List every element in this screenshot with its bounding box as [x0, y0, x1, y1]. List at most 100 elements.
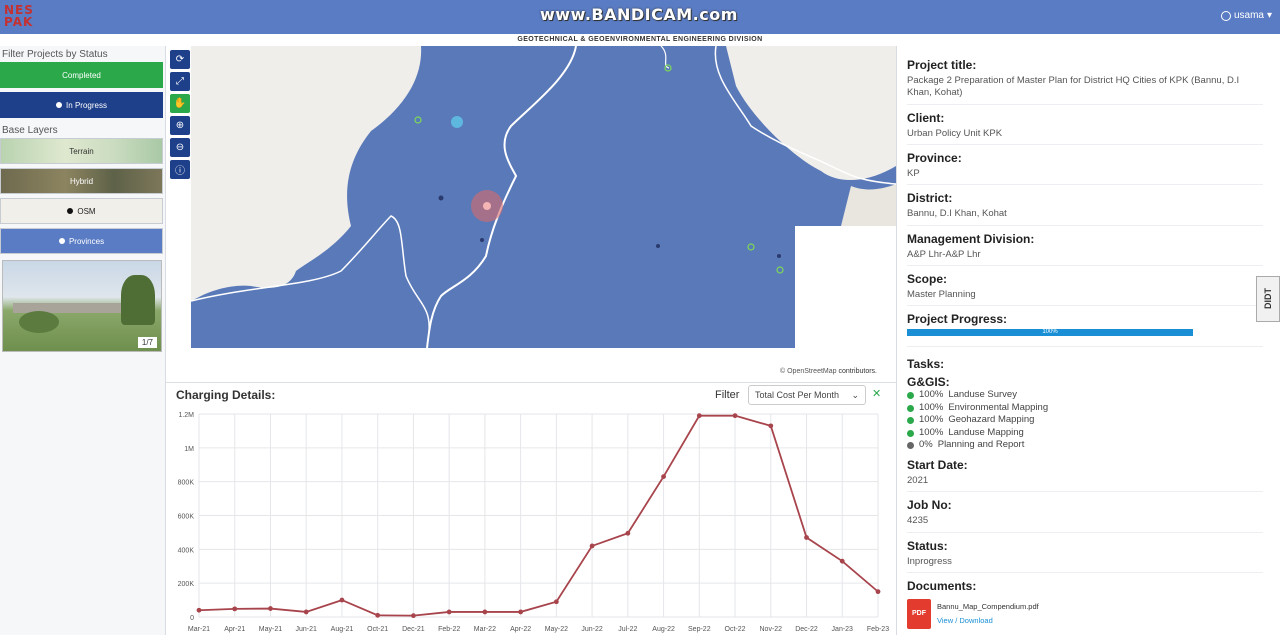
data-point[interactable] [696, 413, 702, 419]
project-title-value: Package 2 Preparation of Master Plan for… [907, 75, 1240, 99]
filter-select-value: Total Cost Per Month [755, 390, 840, 400]
charging-title: Charging Details: [176, 388, 276, 402]
x-tick-label: Jan-23 [832, 626, 854, 633]
data-point[interactable] [268, 606, 273, 611]
zoom-in-icon[interactable]: ⊕ [170, 116, 190, 135]
field-management-division: Management Division: A&P Lhr-A&P Lhr [907, 232, 1263, 267]
task-item: 100% Landuse Mapping [907, 427, 1263, 440]
data-point[interactable] [768, 423, 774, 429]
field-project-title: Project title: Package 2 Preparation of … [907, 58, 1263, 105]
field-district: District: Bannu, D.I Khan, Kohat [907, 191, 1263, 226]
download-link[interactable]: Download [959, 616, 992, 625]
check-circle-icon [907, 429, 914, 437]
charging-line-chart: 0 200K 400K 600K 800K 1M 1.2M Mar-21 Apr-21 May-2… [178, 412, 890, 633]
in-progress-label: In Progress [66, 100, 107, 110]
data-point[interactable] [232, 606, 238, 612]
field-project-progress: Project Progress: 100% [907, 312, 1263, 348]
field-start-date: Start Date: 2021 [907, 457, 1263, 493]
info-icon[interactable]: ⓘ [170, 160, 190, 179]
layer-hybrid-label: Hybrid [69, 176, 94, 186]
data-point[interactable] [411, 613, 416, 619]
data-point[interactable] [196, 607, 202, 613]
task-item: 0% Planning and Report [907, 439, 1263, 452]
layer-provinces[interactable]: Provinces [0, 228, 163, 254]
data-point[interactable] [804, 535, 809, 540]
check-circle-icon [907, 392, 914, 400]
radio-dot-icon [67, 208, 74, 214]
x-tick-label: Oct-21 [367, 626, 388, 633]
user-icon [1220, 10, 1231, 21]
company-logo[interactable]: NES PAK [4, 4, 54, 30]
close-filter-icon[interactable]: ✕ [872, 387, 881, 400]
divider [907, 103, 1263, 105]
pan-hand-icon[interactable]: ✋ [170, 94, 190, 113]
task-item: 100% Geohazard Mapping [907, 414, 1263, 427]
field-status: Status: Inprogress [907, 539, 1263, 573]
data-point[interactable] [589, 543, 595, 549]
layer-hybrid[interactable]: Hybrid [0, 168, 163, 194]
field-documents: Documents: PDF Bannu_Map_Compendium.pdf … [907, 579, 1263, 629]
data-point[interactable] [339, 597, 345, 603]
zoom-out-icon[interactable]: ⊖ [170, 138, 190, 157]
user-menu[interactable]: usama ▾ [1220, 10, 1272, 21]
layer-terrain[interactable]: Terrain [0, 138, 163, 164]
task-name: Geohazard Mapping [948, 414, 1035, 426]
x-tick-label: Sep-22 [688, 626, 711, 633]
data-point[interactable] [518, 609, 524, 615]
field-tasks: Tasks: G&GIS: 100% Landuse Survey 100% Envi… [907, 357, 1263, 452]
filter-select[interactable]: Total Cost Per Month ⌄ [748, 385, 866, 405]
status-value: Inprogress [907, 555, 952, 567]
province-label: Province: [907, 151, 962, 166]
y-tick-label: 0 [190, 615, 194, 622]
x-tick-label: Mar-21 [188, 626, 210, 633]
data-point[interactable] [875, 589, 881, 595]
fullscreen-icon[interactable]: ⤢ [170, 72, 190, 91]
documents-label: Documents: [907, 578, 977, 593]
x-tick-label: Apr-22 [510, 626, 531, 633]
client-label: Client: [907, 110, 945, 125]
task-name: Planning and Report [937, 439, 1025, 451]
data-point[interactable] [446, 609, 452, 615]
start-date-label: Start Date: [907, 457, 968, 472]
data-point[interactable] [625, 530, 631, 536]
pdf-file-icon: PDF [907, 598, 931, 629]
radio-dot-icon [56, 102, 63, 108]
data-point[interactable] [482, 609, 488, 615]
data-point[interactable] [553, 599, 559, 605]
side-tab[interactable]: DIDT [1256, 276, 1280, 322]
refresh-icon[interactable]: ⟳ [170, 50, 190, 69]
tasks-label: Tasks: [907, 357, 945, 372]
base-layers-title: Base Layers [2, 125, 58, 136]
x-tick-label: May-21 [259, 626, 282, 633]
user-name: usama [1233, 10, 1264, 21]
map-toolbar: ⟳ ⤢ ✋ ⊕ ⊖ ⓘ [170, 50, 190, 182]
district-value: Bannu, D.I Khan, Kohat [907, 208, 1007, 220]
field-scope: Scope: Master Planning [907, 272, 1263, 307]
project-photo[interactable]: 1/7 [2, 260, 162, 352]
left-panel: Filter Projects by Status Completed In P… [0, 46, 166, 635]
data-point[interactable] [375, 612, 381, 618]
recorder-watermark: www.BANDICAM.com [540, 5, 738, 24]
data-point[interactable] [732, 413, 738, 419]
check-circle-icon [907, 404, 914, 412]
x-tick-label: Aug-21 [331, 626, 354, 633]
view-link[interactable]: View [937, 616, 953, 625]
data-point[interactable] [303, 609, 309, 615]
x-tick-label: Feb-22 [438, 626, 460, 633]
project-details-panel: Project title: Package 2 Preparation of … [896, 46, 1280, 635]
completed-label: Completed [62, 70, 101, 80]
data-point[interactable] [839, 558, 845, 564]
scope-label: Scope: [907, 272, 948, 287]
field-client: Client: Urban Policy Unit KPK [907, 110, 1263, 146]
field-job-no: Job No: 4235 [907, 498, 1263, 533]
attribution-link[interactable]: contributors. [838, 368, 877, 375]
data-point[interactable] [661, 474, 666, 479]
x-tick-label: Jun-22 [581, 626, 603, 633]
photo-tree [121, 275, 155, 325]
in-progress-filter-button[interactable]: In Progress [0, 92, 163, 118]
progress-bar-fill: 100% [907, 329, 1193, 337]
field-province: Province: KP [907, 151, 1263, 186]
map-view[interactable] [191, 46, 896, 348]
layer-osm[interactable]: OSM [0, 198, 163, 224]
completed-filter-button[interactable]: Completed [0, 62, 163, 88]
